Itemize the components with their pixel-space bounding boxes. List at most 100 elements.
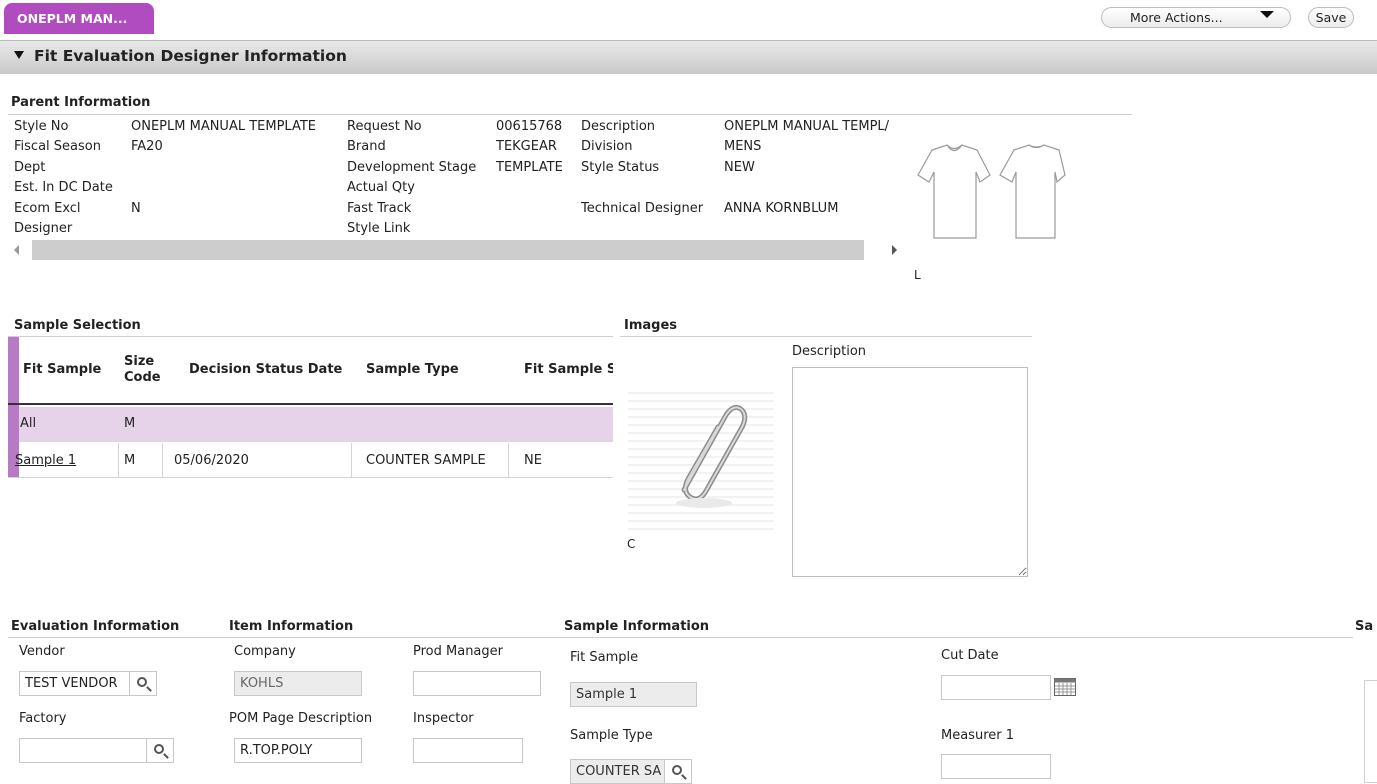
fit-sample-field[interactable]: Sample 1: [570, 682, 697, 707]
fit-sample-label: Fit Sample: [570, 650, 639, 665]
evaluation-information-title: Evaluation Information: [11, 619, 180, 634]
horizontal-scrollbar[interactable]: [8, 240, 903, 260]
images-title: Images: [624, 318, 678, 333]
value-fiscal-season: FA20: [131, 139, 163, 154]
cell-decision-status-date: 05/06/2020: [174, 453, 249, 468]
label-division: Division: [581, 139, 633, 154]
right-section-title-fragment: Sa: [1355, 619, 1374, 634]
vendor-label: Vendor: [19, 644, 65, 659]
label-development-stage: Development Stage: [347, 160, 477, 175]
cell-divider: [162, 443, 163, 478]
search-icon: [154, 744, 164, 754]
label-brand: Brand: [347, 139, 386, 154]
prod-manager-field[interactable]: [413, 671, 541, 696]
cell-divider: [351, 443, 352, 478]
sample-grid: Fit Sample Size Code Decision Status Dat…: [8, 337, 613, 478]
label-request-no: Request No: [347, 119, 422, 134]
value-development-stage: TEMPLATE: [496, 160, 563, 175]
label-est-in-dc-date: Est. In DC Date: [14, 180, 113, 195]
cell-size-code: M: [124, 453, 136, 468]
vendor-field[interactable]: TEST VENDOR: [19, 671, 130, 696]
sample-type-lookup-button[interactable]: [664, 759, 692, 784]
label-ecom-excl: Ecom Excl: [14, 201, 81, 216]
value-style-status: NEW: [724, 160, 755, 175]
image-caption: C: [627, 537, 636, 551]
caret-down-icon: [1260, 11, 1274, 18]
value-division: MENS: [724, 139, 762, 154]
factory-field[interactable]: [19, 738, 147, 763]
value-style-no: ONEPLM MANUAL TEMPLATE: [131, 119, 317, 134]
cut-date-field[interactable]: [941, 675, 1051, 700]
value-technical-designer: ANNA KORNBLUM: [724, 201, 839, 216]
measurer-1-label: Measurer 1: [941, 728, 1014, 743]
prod-manager-label: Prod Manager: [413, 644, 503, 659]
label-style-link: Style Link: [347, 221, 411, 236]
factory-lookup-button[interactable]: [146, 738, 174, 763]
row-selection-bar: [8, 407, 19, 442]
company-field[interactable]: KOHLS: [234, 671, 362, 696]
sample-1-link[interactable]: Sample 1: [15, 453, 76, 468]
inspector-label: Inspector: [413, 711, 474, 726]
attachment-image[interactable]: [624, 385, 779, 535]
pom-page-description-label: POM Page Description: [229, 711, 373, 726]
section-header[interactable]: Fit Evaluation Designer Information: [0, 40, 1377, 74]
cell-size-code: M: [124, 416, 136, 431]
cut-date-label: Cut Date: [941, 648, 999, 663]
images-divider: [620, 336, 1032, 337]
company-label: Company: [234, 644, 296, 659]
cell-fit-sample-status: NE: [524, 453, 542, 468]
calendar-icon[interactable]: [1054, 678, 1076, 696]
factory-label: Factory: [19, 711, 67, 726]
more-actions-label: More Actions...: [1130, 10, 1223, 25]
vendor-lookup-button[interactable]: [129, 671, 157, 696]
section-title: Fit Evaluation Designer Information: [34, 47, 347, 65]
inspector-field[interactable]: [413, 738, 523, 763]
more-actions-button[interactable]: More Actions...: [1101, 7, 1291, 28]
value-brand: TEKGEAR: [496, 139, 557, 154]
cell-sample-type: COUNTER SAMPLE: [366, 453, 486, 468]
label-technical-designer: Technical Designer: [581, 201, 704, 216]
table-row[interactable]: [8, 443, 613, 478]
bottom-divider: [8, 637, 1353, 638]
sample-information-title: Sample Information: [564, 619, 710, 634]
header-sample-type[interactable]: Sample Type: [366, 362, 459, 377]
label-fiscal-season: Fiscal Season: [14, 139, 101, 154]
scrollbar-thumb[interactable]: [32, 240, 864, 260]
measurer-1-field[interactable]: [941, 754, 1051, 779]
pom-page-description-field[interactable]: R.TOP.POLY: [234, 738, 362, 763]
value-ecom-excl: N: [131, 201, 141, 216]
label-designer: Designer: [14, 221, 73, 236]
label-style-no: Style No: [14, 119, 69, 134]
sample-selection-title: Sample Selection: [14, 318, 141, 333]
image-description-textarea[interactable]: [792, 367, 1028, 577]
style-thumbnail-image[interactable]: [912, 140, 1067, 245]
header-size-code[interactable]: Size Code: [124, 354, 164, 386]
tab-oneplm-manual[interactable]: ONEPLM MAN...: [4, 3, 154, 34]
header-fit-sample-status[interactable]: Fit Sample S: [524, 362, 613, 377]
save-button[interactable]: Save: [1308, 7, 1354, 28]
sample-type-label: Sample Type: [570, 728, 653, 743]
label-dept: Dept: [14, 160, 46, 175]
cell-fit-sample: All: [20, 416, 37, 431]
sample-type-field[interactable]: COUNTER SA: [570, 759, 665, 784]
table-row[interactable]: [8, 407, 613, 442]
cell-divider: [508, 443, 509, 478]
parent-information-title: Parent Information: [11, 95, 151, 110]
thumbnail-caption: L: [914, 268, 921, 282]
value-request-no: 00615768: [496, 119, 563, 134]
label-style-status: Style Status: [581, 160, 660, 175]
label-actual-qty: Actual Qty: [347, 180, 415, 195]
label-description: Description: [581, 119, 656, 134]
scroll-left-icon[interactable]: [14, 245, 19, 255]
right-panel-edge: [1364, 680, 1377, 783]
search-icon: [672, 765, 682, 775]
scroll-right-icon[interactable]: [892, 245, 897, 255]
label-fast-track: Fast Track: [347, 201, 412, 216]
cell-divider: [118, 443, 119, 478]
header-decision-status-date[interactable]: Decision Status Date: [189, 362, 342, 377]
collapse-triangle-icon[interactable]: [14, 51, 24, 59]
value-description: ONEPLM MANUAL TEMPL/: [724, 119, 890, 134]
item-information-title: Item Information: [229, 619, 354, 634]
header-fit-sample[interactable]: Fit Sample: [23, 362, 101, 377]
image-description-label: Description: [792, 344, 867, 359]
